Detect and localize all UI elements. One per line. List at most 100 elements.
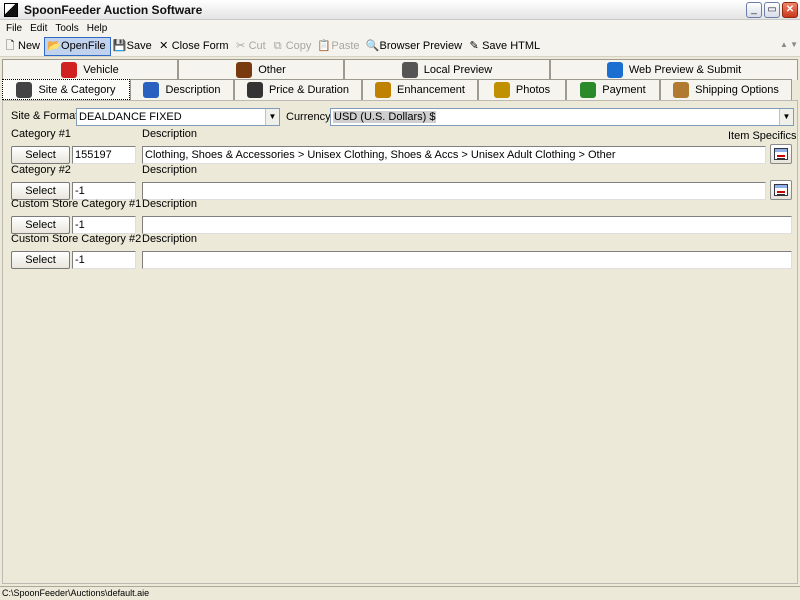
open-folder-icon: 📂 xyxy=(47,40,61,52)
select-category-button[interactable]: Select xyxy=(11,216,70,234)
description-label: Description xyxy=(142,128,198,140)
paste-icon: 📋 xyxy=(317,40,332,52)
close-form-button[interactable]: ✕ Close Form xyxy=(156,37,233,56)
tab-local-preview[interactable]: Local Preview xyxy=(344,59,550,80)
save-label: Save xyxy=(126,40,152,52)
tab-label: Other xyxy=(258,64,286,76)
tree-icon xyxy=(16,81,33,98)
save-html-label: Save HTML xyxy=(482,40,541,52)
paste-button[interactable]: 📋 Paste xyxy=(315,37,363,56)
item-specifics-label: Item Specifics xyxy=(728,130,797,142)
item-specifics-button[interactable] xyxy=(770,180,792,200)
site-category-panel: Site & Format DEALDANCE FIXED ▼ Currency… xyxy=(2,100,798,584)
new-document-icon: 🗋 xyxy=(5,40,15,52)
tab-label: Enhancement xyxy=(397,84,465,96)
tab-price-duration[interactable]: Price & Duration xyxy=(234,79,362,100)
status-bar: C:\SpoonFeeder\Auctions\default.aie xyxy=(0,586,800,600)
currency-value: USD (U.S. Dollars) $ xyxy=(333,111,437,123)
tab-label: Payment xyxy=(602,84,646,96)
new-button[interactable]: 🗋 New xyxy=(2,37,44,56)
item-specifics-icon xyxy=(774,184,788,196)
magic-wand-icon xyxy=(375,82,392,98)
currency-label: Currency xyxy=(286,111,331,123)
new-label: New xyxy=(18,40,41,52)
tab-site-category[interactable]: Site & Category xyxy=(2,79,130,100)
car-icon xyxy=(61,62,78,78)
clock-icon xyxy=(246,82,263,98)
category-description-input[interactable]: Clothing, Shoes & Accessories > Unisex C… xyxy=(142,146,766,164)
description-label: Description xyxy=(142,198,198,210)
category-id-input[interactable]: 155197 xyxy=(72,146,136,164)
menu-file[interactable]: File xyxy=(2,23,26,34)
category-label: Category #1 xyxy=(11,128,71,140)
item-specifics-button[interactable] xyxy=(770,144,792,164)
title-bar: SpoonFeeder Auction Software _ ▭ ✕ xyxy=(0,0,800,20)
save-disk-icon: 💾 xyxy=(112,40,127,52)
tab-label: Description xyxy=(165,84,221,96)
category-description-input[interactable] xyxy=(142,251,792,269)
copy-button[interactable]: ⧉ Copy xyxy=(270,37,316,56)
category-label: Custom Store Category #2 xyxy=(11,233,142,245)
menu-tools[interactable]: Tools xyxy=(51,23,82,34)
close-x-icon: ✕ xyxy=(159,40,169,52)
tab-label: Local Preview xyxy=(423,64,493,76)
scissors-icon: ✂ xyxy=(235,40,246,52)
tab-label: Site & Category xyxy=(38,83,116,96)
description-label: Description xyxy=(142,164,198,176)
tab-payment[interactable]: Payment xyxy=(566,79,660,100)
barcode-icon xyxy=(236,62,253,78)
tab-label: Web Preview & Submit xyxy=(628,64,742,76)
save-button[interactable]: 💾 Save xyxy=(111,37,156,56)
currency-select[interactable]: USD (U.S. Dollars) $ ▼ xyxy=(330,108,794,126)
menu-bar: File Edit Tools Help xyxy=(0,20,800,36)
tab-label: Vehicle xyxy=(83,64,119,76)
category-label: Category #2 xyxy=(11,164,71,176)
photos-icon xyxy=(493,82,510,98)
restore-button[interactable]: ▭ xyxy=(764,2,780,18)
openfile-button[interactable]: 📂 OpenFile xyxy=(44,36,111,56)
cut-label: Cut xyxy=(248,40,266,52)
chevron-down-icon[interactable]: ▼ xyxy=(779,109,793,125)
tab-shipping-options[interactable]: Shipping Options xyxy=(660,79,792,100)
toolbar: 🗋 New 📂 OpenFile 💾 Save ✕ Close Form ✂ Cut ⧉ Copy 📋 P… xyxy=(0,36,800,57)
tab-web-preview-submit[interactable]: Web Preview & Submit xyxy=(550,59,798,80)
copy-label: Copy xyxy=(285,40,312,52)
category-label: Custom Store Category #1 xyxy=(11,198,142,210)
tab-enhancement[interactable]: Enhancement xyxy=(362,79,478,100)
category-description-input[interactable] xyxy=(142,216,792,234)
menu-edit[interactable]: Edit xyxy=(26,23,51,34)
site-format-label: Site & Format xyxy=(11,110,79,122)
package-icon xyxy=(673,82,690,98)
tab-other[interactable]: Other xyxy=(178,59,344,80)
site-format-value: DEALDANCE FIXED xyxy=(79,111,182,123)
save-html-button[interactable]: ✎ Save HTML xyxy=(466,37,544,56)
tab-vehicle[interactable]: Vehicle xyxy=(2,59,178,80)
globe-icon xyxy=(606,62,623,78)
copy-icon: ⧉ xyxy=(273,40,282,52)
status-file-path: C:\SpoonFeeder\Auctions\default.aie xyxy=(2,588,150,598)
category-id-input[interactable]: -1 xyxy=(72,216,136,234)
minimize-button[interactable]: _ xyxy=(746,2,762,18)
category-description-input[interactable] xyxy=(142,182,766,200)
window-title: SpoonFeeder Auction Software xyxy=(24,2,203,17)
tab-photos[interactable]: Photos xyxy=(478,79,566,100)
toolbar-overflow-icon[interactable]: ▲ ▼ xyxy=(780,40,798,49)
tab-label: Photos xyxy=(515,84,551,96)
chevron-down-icon[interactable]: ▼ xyxy=(265,109,279,125)
close-form-label: Close Form xyxy=(171,40,229,52)
browser-preview-button[interactable]: 🔍 Browser Preview xyxy=(364,37,467,56)
paste-label: Paste xyxy=(331,40,360,52)
book-icon xyxy=(401,62,418,78)
tab-label: Price & Duration xyxy=(268,84,350,96)
item-specifics-icon xyxy=(774,148,788,160)
category-id-input[interactable]: -1 xyxy=(72,251,136,269)
site-format-select[interactable]: DEALDANCE FIXED ▼ xyxy=(76,108,280,126)
close-window-button[interactable]: ✕ xyxy=(782,2,798,18)
select-category-button[interactable]: Select xyxy=(11,251,70,269)
tab-row-bottom: Site & Category Description Price & Durati… xyxy=(2,79,798,100)
cut-button[interactable]: ✂ Cut xyxy=(233,37,270,56)
menu-help[interactable]: Help xyxy=(83,23,112,34)
browser-preview-label: Browser Preview xyxy=(379,40,463,52)
select-category-button[interactable]: Select xyxy=(11,146,70,164)
tab-description[interactable]: Description xyxy=(130,79,234,100)
